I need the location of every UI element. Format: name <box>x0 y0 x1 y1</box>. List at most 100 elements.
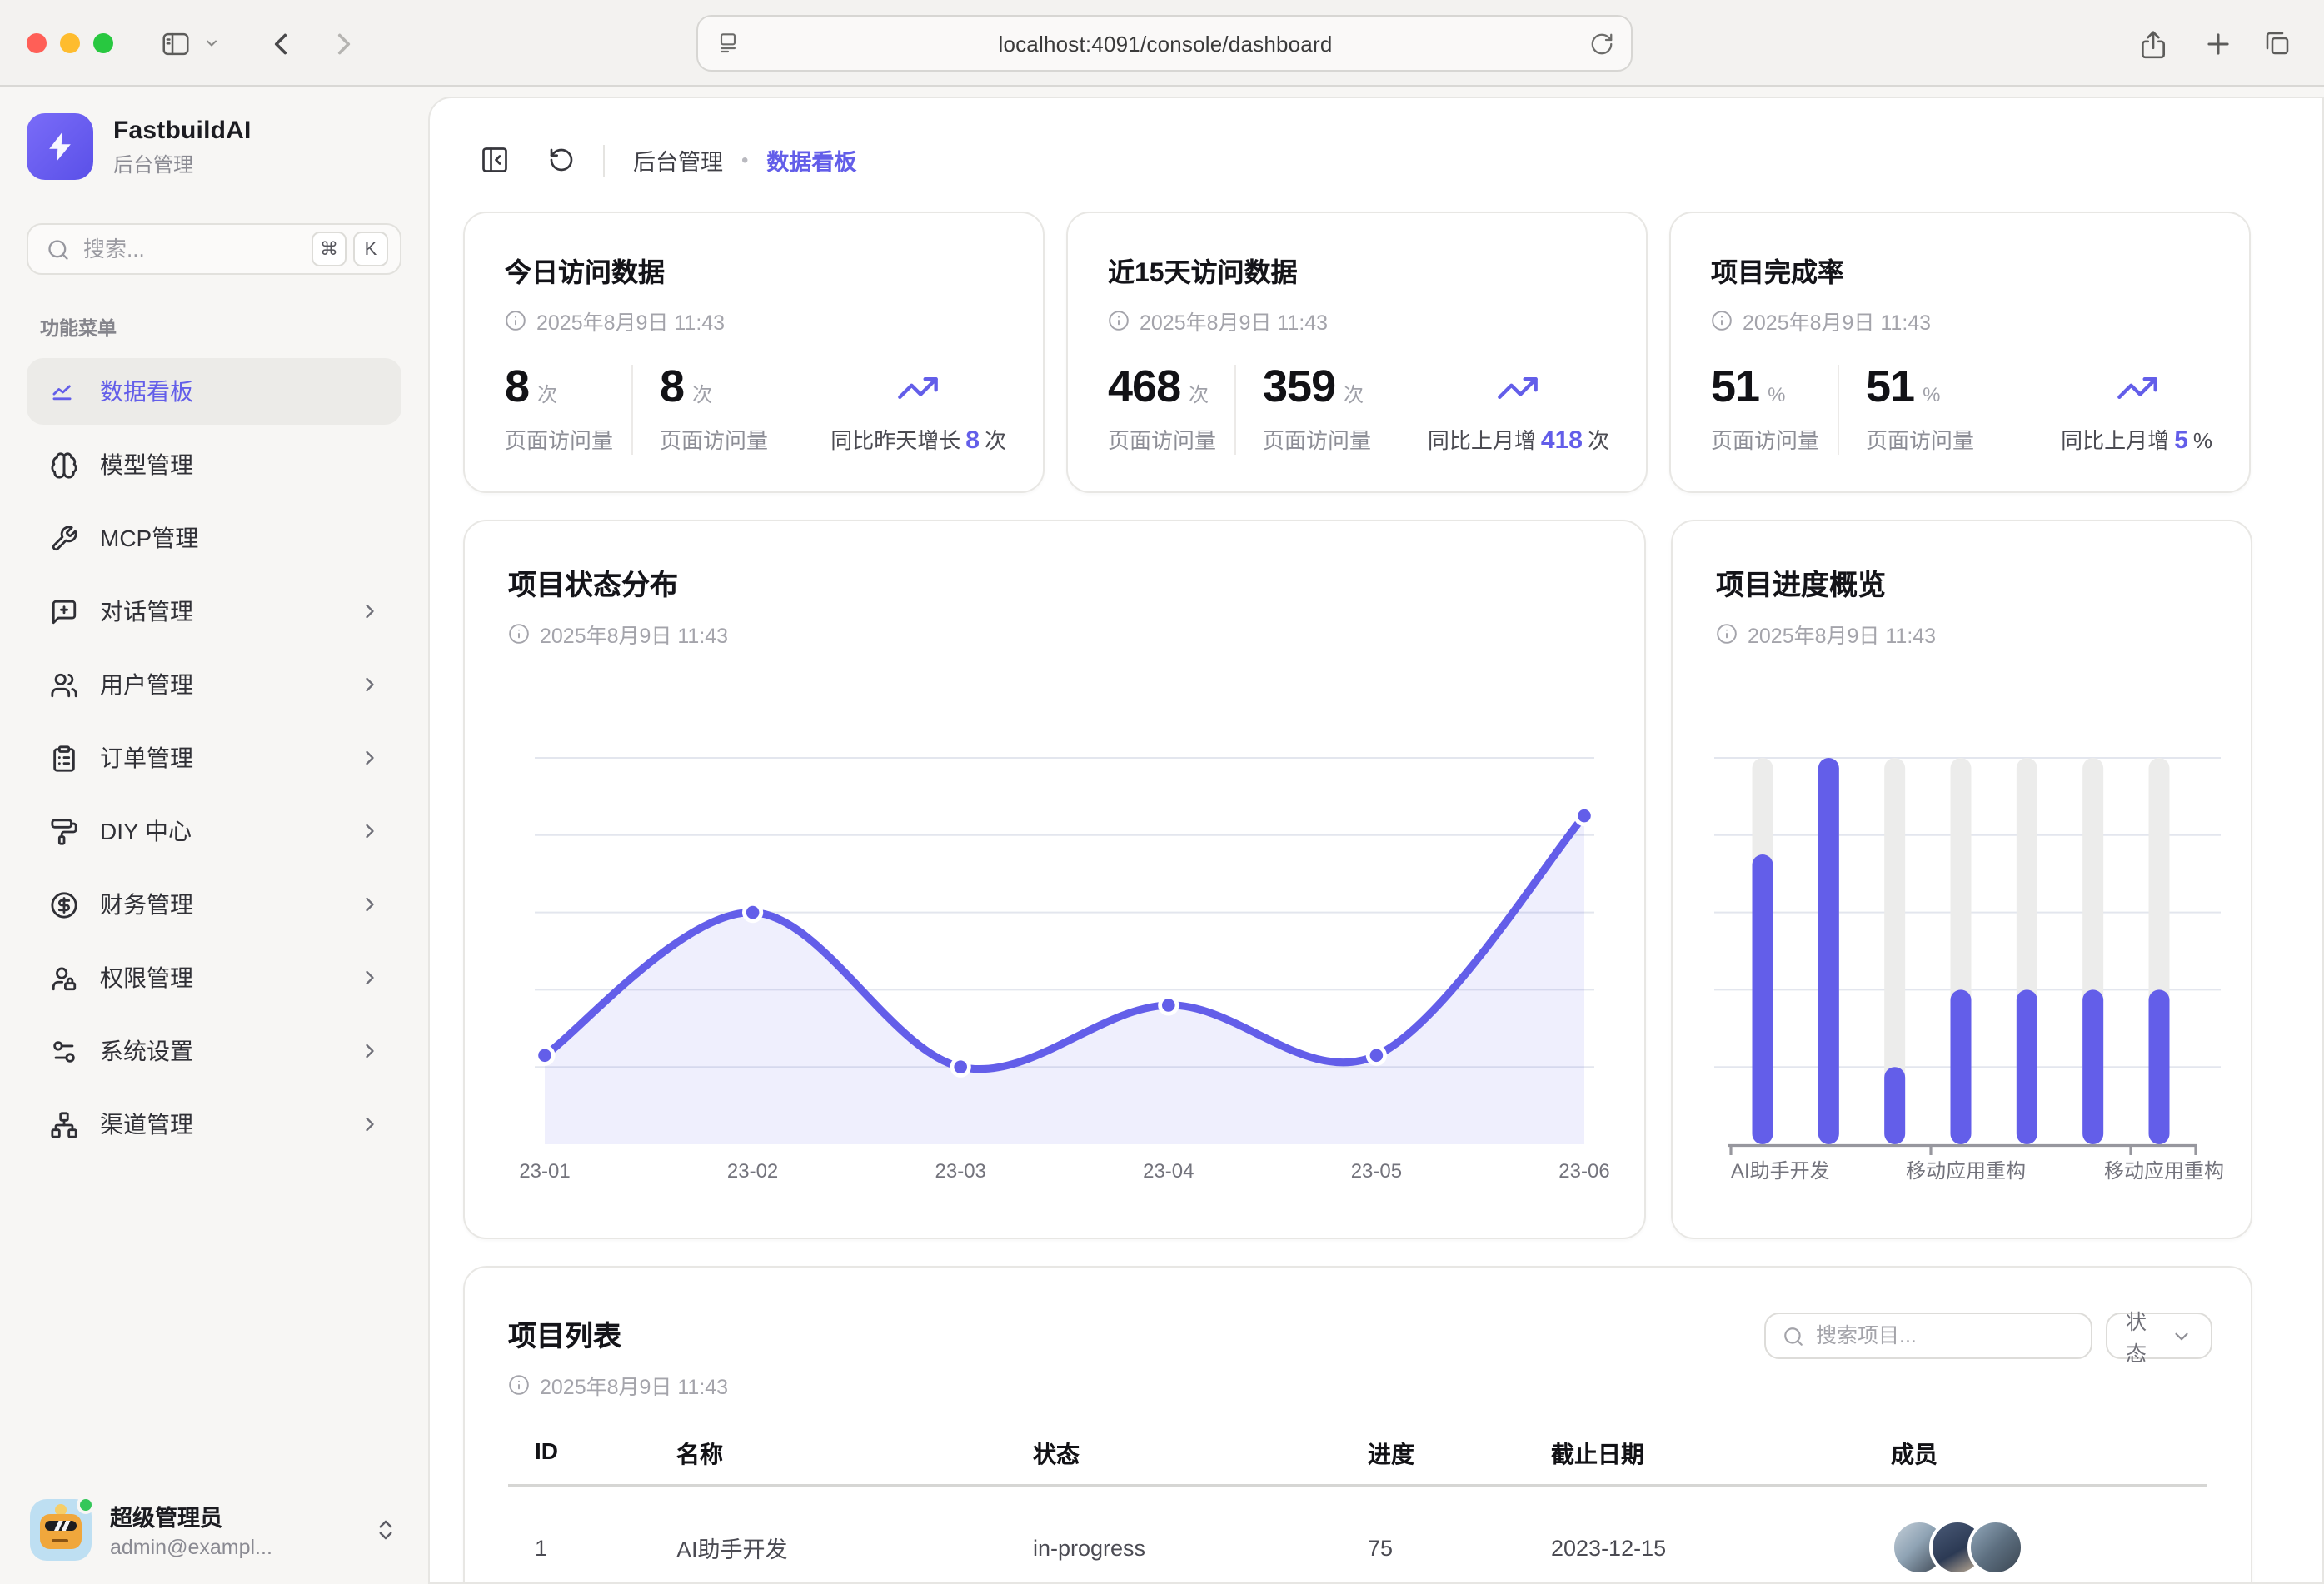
minimize-window-button[interactable] <box>60 33 80 53</box>
chevron-right-icon <box>358 1113 382 1136</box>
page-settings-icon[interactable] <box>715 30 741 57</box>
zoom-window-button[interactable] <box>93 33 113 53</box>
sidebar-search-input[interactable] <box>83 237 305 262</box>
table-row-0[interactable]: 1AI助手开发in-progress752023-12-15 <box>508 1486 2207 1584</box>
refresh-icon[interactable] <box>548 147 575 173</box>
sidebar-search[interactable]: ⌘ K <box>27 223 401 275</box>
sidebar-item-5[interactable]: 订单管理 <box>27 725 401 791</box>
sidebar-item-0[interactable]: 数据看板 <box>27 358 401 425</box>
sidebar-item-4[interactable]: 用户管理 <box>27 651 401 718</box>
table-search[interactable] <box>1764 1313 2092 1359</box>
svg-text:23-06: 23-06 <box>1558 1160 1609 1183</box>
tab-overview-icon[interactable] <box>2262 28 2292 58</box>
back-button-icon[interactable] <box>263 26 298 61</box>
breadcrumb-parent[interactable]: 后台管理 <box>633 143 723 177</box>
stat-card-title: 今日访问数据 <box>505 250 1003 290</box>
sidebar-dropdown-chevron-icon[interactable] <box>203 35 220 52</box>
stat-group: 51%页面访问量 <box>1866 365 1992 455</box>
cell-ID: 1 <box>535 1535 676 1560</box>
sidebar-item-label: 订单管理 <box>100 741 358 775</box>
user-name: 超级管理员 <box>110 1499 373 1532</box>
sidebar-item-1[interactable]: 模型管理 <box>27 431 401 498</box>
trend-text: 同比昨天增长8次 <box>830 423 1006 455</box>
sidebar-item-9[interactable]: 系统设置 <box>27 1018 401 1084</box>
chevron-right-icon <box>358 600 382 623</box>
network-icon <box>50 1110 78 1138</box>
stat-card-timestamp: 2025年8月9日 11:43 <box>1108 305 1606 336</box>
sidebar: FastbuildAI 后台管理 ⌘ K 功能菜单 数据看板模型管理MCP管理对… <box>0 87 428 1584</box>
stat-divider <box>631 365 633 455</box>
stat-group: 8次页面访问量 <box>505 365 631 455</box>
breadcrumb-current[interactable]: 数据看板 <box>766 143 856 177</box>
forward-button-icon[interactable] <box>327 26 362 61</box>
sidebar-item-label: 渠道管理 <box>100 1108 358 1141</box>
line-chart-title: 项目状态分布 <box>508 561 728 603</box>
stat-unit: 次 <box>537 385 556 405</box>
chevron-right-icon <box>358 1039 382 1063</box>
chevrons-up-down-icon[interactable] <box>373 1517 398 1542</box>
sidebar-item-label: 系统设置 <box>100 1034 358 1068</box>
user-avatar <box>30 1498 92 1560</box>
bar-chart-timestamp: 2025年8月9日 11:43 <box>1716 618 1936 650</box>
stat-value: 8次 <box>505 365 631 410</box>
data-point-23-04 <box>1162 999 1175 1012</box>
timestamp-text: 2025年8月9日 11:43 <box>1140 305 1328 336</box>
stat-group: 8次页面访问量 <box>660 365 786 455</box>
close-window-button[interactable] <box>27 33 47 53</box>
kbd-k: K <box>353 232 388 266</box>
table-title: 项目列表 <box>508 1313 728 1354</box>
collapse-sidebar-icon[interactable] <box>480 145 510 175</box>
settings-icon <box>50 1037 78 1065</box>
svg-text:23-01: 23-01 <box>519 1160 570 1183</box>
stat-value: 359次 <box>1263 365 1389 410</box>
stat-card-timestamp: 2025年8月9日 11:43 <box>505 305 1003 336</box>
sidebar-item-8[interactable]: 权限管理 <box>27 944 401 1011</box>
stat-value: 468次 <box>1108 365 1234 410</box>
new-tab-icon[interactable] <box>2202 27 2234 59</box>
stat-group: 359次页面访问量 <box>1263 365 1389 455</box>
timestamp-text: 2025年8月9日 11:43 <box>536 305 725 336</box>
circle-dollar-icon <box>50 890 78 919</box>
brand: FastbuildAI 后台管理 <box>27 113 401 180</box>
sidebar-menu: 数据看板模型管理 MCP管理对话管理用户管理订单管理 DIY 中心财务管理权限管理系… <box>27 358 401 1158</box>
sidebar-item-7[interactable]: 财务管理 <box>27 871 401 938</box>
stat-card-0: 今日访问数据 2025年8月9日 11:43 8次页面访问量 8次页面访问量同比昨天增… <box>463 212 1045 493</box>
table-search-input[interactable] <box>1816 1324 2074 1347</box>
sidebar-item-3[interactable]: 对话管理 <box>27 578 401 645</box>
sidebar-item-2[interactable]: MCP管理 <box>27 505 401 571</box>
sidebar-item-10[interactable]: 渠道管理 <box>27 1091 401 1158</box>
reload-page-icon[interactable] <box>1589 31 1614 56</box>
bar-chart-card: 项目进度概览 2025年8月9日 11:43 AI助手开发移动应用重构移动应用重… <box>1671 520 2252 1239</box>
wrench-icon <box>50 524 78 552</box>
stat-value: 51% <box>1866 365 1992 410</box>
column-header-0: ID <box>535 1437 676 1471</box>
stat-group: 51%页面访问量 <box>1711 365 1838 455</box>
address-bar[interactable]: localhost:4091/console/dashboard <box>696 15 1633 72</box>
info-icon <box>1711 310 1733 331</box>
brand-subtitle: 后台管理 <box>113 149 252 177</box>
stat-card-2: 项目完成率2025年8月9日 11:4351%页面访问量51%页面访问量同比上月… <box>1669 212 2251 493</box>
line-chart-card: 项目状态分布 2025年8月9日 11:43 23-0123-0223-0323… <box>463 520 1646 1239</box>
user-lock-icon <box>50 964 78 992</box>
paint-roller-icon <box>50 817 78 845</box>
share-icon[interactable] <box>2137 27 2169 59</box>
status-filter-dropdown[interactable]: 状态 <box>2106 1313 2212 1359</box>
browser-sidebar-toggle-icon[interactable] <box>160 27 192 59</box>
stat-value: 51% <box>1711 365 1838 410</box>
trend-text: 同比上月增5% <box>2061 423 2212 455</box>
stat-card-timestamp: 2025年8月9日 11:43 <box>1711 305 2209 336</box>
trend-indicator: 同比上月增418次 <box>1428 366 1609 455</box>
stat-card-title: 近15天访问数据 <box>1108 250 1606 290</box>
stat-unit: % <box>1923 385 1939 405</box>
page-header: 后台管理 • 数据看板 <box>480 143 856 177</box>
user-menu[interactable]: 超级管理员 admin@exampl... <box>20 1491 408 1567</box>
timestamp-text: 2025年8月9日 11:43 <box>1743 305 1931 336</box>
cell-进度: 75 <box>1368 1535 1551 1560</box>
sidebar-item-6[interactable]: DIY 中心 <box>27 798 401 864</box>
stat-unit: 次 <box>692 385 711 405</box>
clipboard-list-icon <box>50 744 78 772</box>
cell-members <box>1891 1519 2091 1576</box>
user-email: admin@exampl... <box>110 1536 373 1559</box>
chevron-right-icon <box>358 746 382 770</box>
column-header-4: 截止日期 <box>1551 1437 1891 1471</box>
